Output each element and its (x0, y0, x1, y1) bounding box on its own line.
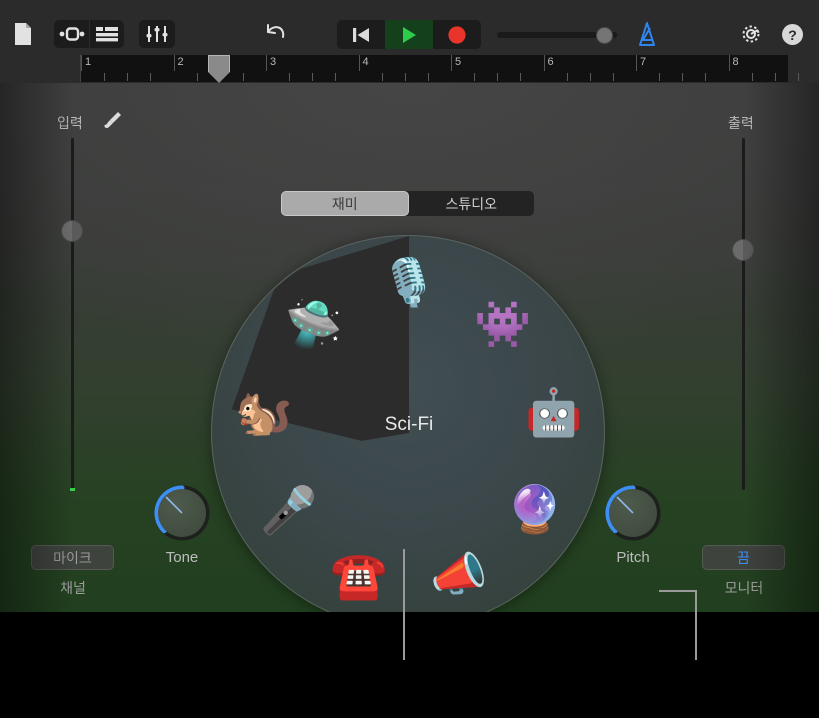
recorder-panel: 재미 스튜디오 입력 출력 Sci-Fi 🎙️ 👾 🤖 🔮 📣 ☎️ 🎤 🐿️ … (0, 83, 819, 612)
ruler-bar-tick (266, 55, 267, 71)
mode-switch: 재미 스튜디오 (281, 191, 534, 216)
ruler-bar-tick (173, 55, 175, 71)
ruler-beat-tick (589, 73, 591, 81)
tab-studio[interactable]: 스튜디오 (409, 191, 535, 216)
document-icon[interactable] (12, 22, 34, 46)
ruler-bar-tick (636, 55, 637, 71)
channel-caption: 채널 (60, 580, 86, 596)
loop-browser-icon[interactable] (54, 20, 89, 48)
pitch-knob[interactable] (603, 483, 663, 543)
record-button[interactable] (433, 20, 481, 49)
ruler-beat-tick (774, 73, 776, 81)
ruler-beat-tick (474, 73, 476, 81)
track-list-icon[interactable] (89, 20, 124, 48)
monitor-caption: 모니터 (724, 580, 764, 596)
input-level-meter (70, 488, 75, 491)
mic-stand-cable-left (403, 549, 405, 612)
garageband-recorder-window: ? 12345678 + 재미 스튜디오 입력 출력 (0, 0, 819, 718)
effect-item-telephone[interactable]: ☎️ (327, 543, 391, 607)
ruler-bar-tick (358, 55, 360, 71)
ruler-bar-label: 7 (640, 56, 647, 68)
rewind-to-start-button[interactable] (337, 20, 385, 49)
ruler-beat-tick (381, 73, 383, 81)
master-volume-slider[interactable] (497, 27, 617, 44)
tone-knob[interactable] (152, 483, 212, 543)
ruler-bar-tick (728, 55, 730, 71)
playhead[interactable] (207, 55, 230, 83)
ruler-beat-tick (289, 73, 291, 81)
mic-stand-cable-left-lower (403, 612, 405, 660)
effect-item-scifi[interactable]: 🛸 (282, 292, 346, 356)
play-button[interactable] (385, 20, 433, 49)
effect-item-clean[interactable]: 🎙️ (377, 250, 441, 314)
ruler-beat-tick (520, 73, 522, 81)
ruler-beat-tick (751, 73, 753, 81)
effect-item-helium[interactable]: 🔮 (503, 477, 567, 541)
ruler-beat-tick (427, 73, 429, 81)
tone-knob-label: Tone (165, 549, 199, 566)
ruler-beat-tick (682, 73, 684, 81)
effect-item-monster[interactable]: 👾 (471, 292, 535, 356)
ruler-bar-label: 1 (85, 56, 92, 68)
pitch-cable-horizontal (659, 590, 697, 592)
ruler-bar-label: 6 (547, 56, 554, 68)
pitch-cable-lower (695, 612, 697, 660)
gear-icon[interactable] (738, 21, 764, 47)
ruler-beat-tick (196, 73, 198, 81)
timeline-ruler[interactable]: 1 2 3 4 5 6 7 8 (80, 55, 799, 82)
mixer-sliders-icon[interactable] (139, 20, 175, 48)
input-fader-track[interactable] (71, 138, 74, 490)
effect-wheel[interactable]: Sci-Fi 🎙️ 👾 🤖 🔮 📣 ☎️ 🎤 🐿️ 🛸 (211, 235, 605, 612)
ruler-bar-tick (81, 55, 82, 71)
top-toolbar: ? (0, 0, 819, 55)
ruler-beat-tick (797, 73, 799, 81)
audio-jack-icon (101, 110, 123, 132)
pitch-cable-vertical (695, 590, 697, 612)
playhead-tip (207, 72, 230, 83)
ruler-beat-tick (404, 73, 406, 81)
ruler-bar-label: 8 (732, 56, 739, 68)
ruler-bar-tick (451, 55, 452, 71)
ruler-beat-tick (335, 73, 337, 81)
ruler-beat-tick (104, 73, 106, 81)
ruler-beat-tick (127, 73, 129, 81)
ruler-beat-tick (312, 73, 314, 81)
effect-item-megaphone[interactable]: 📣 (427, 542, 491, 606)
input-label: 입력 (57, 115, 83, 131)
ruler-beat-tick (497, 73, 499, 81)
ruler-bar-label: 4 (362, 56, 369, 68)
ruler-bar-label: 2 (177, 56, 184, 68)
ruler-beat-tick (150, 73, 152, 81)
undo-arrow-icon[interactable] (262, 20, 290, 48)
tab-fun[interactable]: 재미 (281, 191, 409, 216)
ruler-beat-tick (612, 73, 614, 81)
pitch-knob-label: Pitch (616, 549, 650, 566)
view-toggle-group (54, 20, 124, 48)
ruler-bar-tick (543, 55, 545, 71)
ruler-row: 12345678 + (0, 55, 819, 135)
channel-button[interactable]: 마이크 (31, 545, 114, 570)
ruler-beat-tick (705, 73, 707, 81)
metronome-icon[interactable] (634, 21, 660, 47)
effect-item-chipmunk[interactable]: 🐿️ (232, 380, 296, 444)
ruler-bar-label: 3 (270, 56, 277, 68)
ruler-beat-tick (242, 73, 244, 81)
ruler-beat-tick (659, 73, 661, 81)
effect-item-robot[interactable]: 🤖 (522, 380, 586, 444)
transport-controls (337, 20, 481, 49)
output-fader-knob[interactable] (732, 239, 754, 261)
monitor-button[interactable]: 끔 (702, 545, 785, 570)
ruler-bar-label: 5 (455, 56, 462, 68)
help-button[interactable]: ? (782, 24, 803, 45)
playhead-head (207, 55, 230, 72)
input-fader-knob[interactable] (61, 220, 83, 242)
ruler-beat-tick (566, 73, 568, 81)
master-volume-knob[interactable] (596, 27, 613, 44)
output-label: 출력 (728, 115, 754, 131)
output-fader-track[interactable] (742, 138, 745, 490)
effect-item-karaoke[interactable]: 🎤 (257, 478, 321, 542)
